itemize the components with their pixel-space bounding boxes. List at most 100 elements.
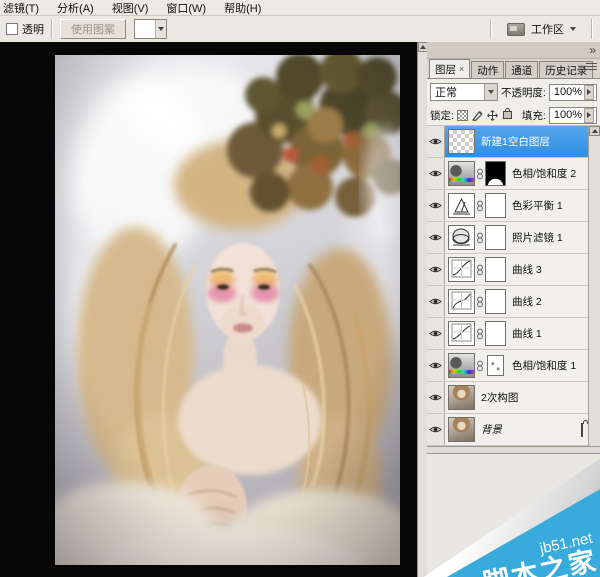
layer-mask-thumbnail[interactable]: [485, 321, 506, 346]
arrow-up-icon: [592, 129, 598, 133]
link-mask-icon: [475, 232, 485, 244]
layer-name: 色相/饱和度 1: [512, 358, 576, 373]
visibility-toggle[interactable]: [427, 126, 445, 157]
layer-mask-thumbnail[interactable]: [485, 289, 506, 314]
layer-name: 2次构图: [481, 390, 518, 405]
tab-actions[interactable]: 动作: [471, 61, 504, 78]
layer-row[interactable]: 曲线 2: [427, 286, 600, 318]
lock-row: 锁定: 填充: 100%: [427, 105, 600, 126]
pattern-dropdown-arrow[interactable]: [155, 20, 166, 38]
layer-row[interactable]: 曲线 3: [427, 254, 600, 286]
layer-mask-thumbnail[interactable]: [485, 161, 506, 186]
layer-row[interactable]: 2次构图: [427, 382, 600, 414]
lock-position-icon[interactable]: [486, 109, 498, 122]
photoshop-window: 滤镜(T) 分析(A) 视图(V) 窗口(W) 帮助(H) 透明 使用图案 工作…: [0, 0, 600, 577]
tab-actions-label: 动作: [477, 63, 498, 78]
layer-row[interactable]: 新建1空白图层: [427, 126, 600, 158]
menu-help[interactable]: 帮助(H): [222, 0, 263, 16]
lock-label: 锁定:: [430, 108, 454, 123]
chevron-down-icon: [158, 27, 164, 31]
layer-name: 色相/饱和度 2: [512, 166, 576, 181]
layer-row[interactable]: 背景: [427, 414, 600, 446]
layers-list: 新建1空白图层 色相/饱和度 2: [427, 126, 600, 446]
fill-field[interactable]: 100%: [549, 107, 597, 124]
visibility-toggle[interactable]: [427, 382, 445, 413]
panel-footer: [427, 446, 600, 454]
link-mask-icon: [475, 360, 485, 372]
layer-row[interactable]: 色相/饱和度 1: [427, 350, 600, 382]
visibility-toggle[interactable]: [427, 158, 445, 189]
visibility-toggle[interactable]: [427, 190, 445, 221]
layer-name: 曲线 1: [512, 326, 542, 341]
eye-icon: [429, 169, 442, 178]
visibility-toggle[interactable]: [427, 286, 445, 317]
adjustment-thumbnail[interactable]: [448, 193, 475, 218]
lock-image-pixels-icon[interactable]: [472, 109, 484, 122]
toolbar-divider: [591, 19, 593, 39]
panel-menu-icon[interactable]: [586, 63, 597, 72]
layer-mask-thumbnail[interactable]: [485, 193, 506, 218]
layer-name: 色彩平衡 1: [512, 198, 563, 213]
adjustment-thumbnail[interactable]: [448, 321, 475, 346]
adjustment-thumbnail[interactable]: [448, 225, 475, 250]
collapse-panels-icon[interactable]: »: [589, 43, 596, 57]
visibility-toggle[interactable]: [427, 222, 445, 253]
pattern-swatch[interactable]: [135, 20, 155, 38]
layer-mask-thumbnail[interactable]: [485, 225, 506, 250]
lock-transparent-pixels-icon[interactable]: [457, 109, 469, 122]
toolbar-divider: [51, 19, 53, 39]
visibility-toggle[interactable]: [427, 318, 445, 349]
eye-icon: [429, 329, 442, 338]
tab-layers[interactable]: 图层 ×: [429, 59, 470, 78]
arrow-up-icon: [420, 45, 426, 49]
transparent-label: 透明: [22, 21, 44, 37]
visibility-toggle[interactable]: [427, 414, 445, 445]
layer-mask-thumbnail[interactable]: [487, 355, 504, 376]
layer-row[interactable]: 色彩平衡 1: [427, 190, 600, 222]
main-area: » 图层 × 动作 通道 历史记录 正常: [0, 42, 600, 577]
menu-view[interactable]: 视图(V): [110, 0, 151, 16]
opacity-slider-button[interactable]: [584, 85, 594, 100]
tab-history-label: 历史记录: [545, 63, 587, 78]
transparent-option[interactable]: 透明: [6, 21, 44, 37]
layer-row[interactable]: 色相/饱和度 2: [427, 158, 600, 190]
adjustment-thumbnail[interactable]: [448, 257, 475, 282]
pattern-picker[interactable]: [134, 19, 167, 39]
scroll-up-button[interactable]: [589, 126, 600, 136]
menu-window[interactable]: 窗口(W): [164, 0, 208, 16]
visibility-toggle[interactable]: [427, 350, 445, 381]
close-icon[interactable]: ×: [459, 64, 464, 74]
adjustment-thumbnail[interactable]: [448, 161, 475, 186]
layer-row[interactable]: 曲线 1: [427, 318, 600, 350]
tab-channels[interactable]: 通道: [505, 61, 538, 78]
link-mask-icon: [475, 168, 485, 180]
layer-row[interactable]: 照片滤镜 1: [427, 222, 600, 254]
adjustment-thumbnail[interactable]: [448, 289, 475, 314]
document-canvas[interactable]: [0, 42, 417, 577]
layer-thumbnail[interactable]: [448, 417, 475, 442]
menu-analysis[interactable]: 分析(A): [55, 0, 96, 16]
options-bar: 透明 使用图案 工作区: [0, 16, 600, 44]
menu-filter[interactable]: 滤镜(T): [1, 0, 41, 16]
layers-scrollbar[interactable]: [588, 126, 600, 446]
workspace-icon: [507, 23, 525, 36]
link-mask-icon: [475, 264, 485, 276]
chevron-down-icon: [570, 27, 576, 31]
blend-mode-select[interactable]: 正常: [430, 83, 498, 101]
layer-thumbnail[interactable]: [448, 385, 475, 410]
lock-all-icon[interactable]: [501, 109, 513, 122]
layer-name: 曲线 3: [512, 262, 542, 277]
layer-thumbnail[interactable]: [448, 129, 475, 154]
chevron-down-icon[interactable]: [484, 84, 497, 100]
workspace-button[interactable]: 工作区: [499, 19, 584, 39]
transparent-checkbox[interactable]: [6, 23, 18, 35]
layer-mask-thumbnail[interactable]: [485, 257, 506, 282]
fill-slider-button[interactable]: [584, 108, 594, 123]
opacity-field[interactable]: 100%: [549, 84, 597, 101]
eye-icon: [429, 393, 442, 402]
adjustment-thumbnail[interactable]: [448, 353, 475, 378]
visibility-toggle[interactable]: [427, 254, 445, 285]
lock-icon: [581, 424, 583, 436]
fill-label: 填充:: [522, 108, 546, 123]
photo-portrait: [55, 55, 400, 565]
